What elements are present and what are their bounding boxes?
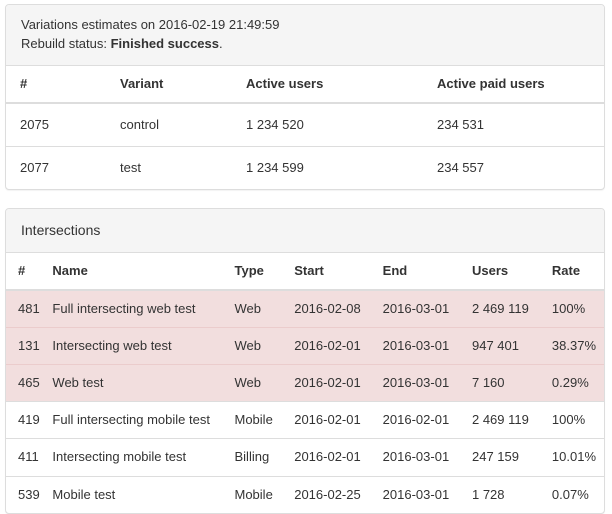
- intersections-cell-start: 2016-02-01: [286, 438, 375, 477]
- intersections-cell-name: Intersecting mobile test: [44, 438, 227, 477]
- intersections-col-name: Name: [44, 252, 227, 291]
- variations-cell-number: 2075: [20, 116, 49, 132]
- intersections-title: Intersections: [21, 222, 101, 239]
- intersections-col-end: End: [374, 252, 464, 291]
- variations-estimates-line: Variations estimates on 2016-02-19 21:49…: [21, 17, 280, 32]
- intersections-cell-end: 2016-03-01: [374, 326, 464, 365]
- table-row[interactable]: 2075 control 1 234 520 234 531: [6, 103, 604, 147]
- intersections-panel: Intersections # Name Type Start End User…: [5, 208, 605, 514]
- intersections-cell-number: 465: [6, 364, 45, 402]
- intersections-cell-number: 131: [6, 326, 45, 365]
- variations-col-variant: Variant: [112, 65, 238, 104]
- rebuild-status-value: Finished success: [110, 35, 219, 51]
- intersections-cell-name: Mobile test: [44, 475, 227, 513]
- intersections-cell-number: 539: [6, 475, 45, 513]
- variations-cell-active-users: 1 234 599: [238, 146, 429, 190]
- variations-table: # Variant Active users Active paid users…: [6, 65, 604, 190]
- variations-cell-active-paid-users: 234 531: [437, 116, 484, 132]
- table-row[interactable]: 131 Intersecting web test Web 2016-02-01…: [6, 326, 604, 365]
- intersections-cell-type: Mobile: [226, 475, 287, 513]
- intersections-cell-number: 419: [6, 401, 45, 439]
- page-container: Variations estimates on 2016-02-19 21:49…: [0, 0, 612, 514]
- variations-header-row: # Variant Active users Active paid users: [6, 65, 604, 104]
- intersections-cell-name: Web test: [44, 364, 227, 402]
- intersections-cell-end: 2016-03-01: [374, 438, 464, 477]
- variations-col-active-paid-users: Active paid users: [429, 65, 604, 104]
- variations-panel: Variations estimates on 2016-02-19 21:49…: [5, 4, 605, 191]
- rebuild-status-suffix: .: [219, 35, 223, 51]
- intersections-cell-start: 2016-02-01: [286, 401, 375, 439]
- intersections-cell-rate: 100%: [543, 401, 604, 439]
- variations-cell-variant: control: [120, 116, 160, 132]
- table-row[interactable]: 481 Full intersecting web test Web 2016-…: [6, 289, 604, 328]
- intersections-cell-start: 2016-02-25: [286, 475, 375, 513]
- variations-cell-active-paid-users: 234 557: [429, 146, 604, 190]
- intersections-table-head: # Name Type Start End Users Rate: [6, 252, 604, 291]
- intersections-col-type: Type: [226, 252, 287, 291]
- intersections-table: # Name Type Start End Users Rate 481 Ful…: [6, 252, 604, 513]
- variations-cell-active-users: 1 234 520: [246, 116, 304, 132]
- intersections-cell-users: 947 401: [463, 326, 544, 365]
- intersections-cell-number: 481: [6, 289, 45, 328]
- variations-panel-heading: Variations estimates on 2016-02-19 21:49…: [6, 5, 604, 66]
- table-row[interactable]: 465 Web test Web 2016-02-01 2016-03-01 7…: [6, 364, 604, 402]
- intersections-cell-users: 2 469 119: [463, 289, 544, 328]
- intersections-cell-end: 2016-03-01: [374, 289, 464, 328]
- intersections-cell-name: Full intersecting mobile test: [44, 401, 227, 439]
- intersections-cell-name: Intersecting web test: [44, 326, 227, 365]
- variations-col-number: #: [6, 65, 112, 104]
- rebuild-status-line: Rebuild status: Finished success.: [21, 35, 589, 54]
- intersections-cell-type: Web: [226, 289, 287, 328]
- intersections-cell-end: 2016-03-01: [374, 364, 464, 402]
- intersections-cell-number: 411: [6, 438, 45, 477]
- intersections-cell-start: 2016-02-08: [286, 289, 375, 328]
- intersections-cell-type: Web: [226, 364, 287, 402]
- intersections-cell-users: 2 469 119: [463, 401, 544, 439]
- intersections-cell-name: Full intersecting web test: [44, 289, 227, 328]
- intersections-col-users: Users: [463, 252, 544, 291]
- intersections-cell-end: 2016-02-01: [374, 401, 464, 439]
- table-row[interactable]: 411 Intersecting mobile test Billing 201…: [6, 438, 604, 477]
- variations-table-head: # Variant Active users Active paid users: [6, 65, 604, 104]
- intersections-col-start: Start: [286, 252, 375, 291]
- variations-cell-variant: test: [112, 146, 238, 190]
- intersections-cell-start: 2016-02-01: [286, 326, 375, 365]
- table-row[interactable]: 419 Full intersecting mobile test Mobile…: [6, 401, 604, 439]
- intersections-cell-users: 1 728: [463, 475, 544, 513]
- table-row[interactable]: 539 Mobile test Mobile 2016-02-25 2016-0…: [6, 475, 604, 513]
- intersections-cell-rate: 100%: [543, 289, 604, 328]
- variations-cell-number: 2077: [6, 146, 112, 190]
- intersections-cell-rate: 10.01%: [543, 438, 604, 477]
- intersections-header-row: # Name Type Start End Users Rate: [6, 252, 604, 291]
- intersections-col-rate: Rate: [543, 252, 604, 291]
- intersections-cell-type: Billing: [226, 438, 287, 477]
- intersections-cell-start: 2016-02-01: [286, 364, 375, 402]
- intersections-col-number: #: [6, 252, 45, 291]
- intersections-table-body: 481 Full intersecting web test Web 2016-…: [6, 289, 604, 513]
- intersections-cell-type: Mobile: [226, 401, 287, 439]
- intersections-cell-users: 247 159: [463, 438, 544, 477]
- variations-col-active-users: Active users: [238, 65, 429, 104]
- intersections-cell-rate: 38.37%: [543, 326, 604, 365]
- intersections-cell-type: Web: [226, 326, 287, 365]
- intersections-cell-end: 2016-03-01: [374, 475, 464, 513]
- intersections-panel-heading: Intersections: [6, 209, 604, 253]
- variations-table-body: 2075 control 1 234 520 234 531 2077 test…: [6, 103, 604, 190]
- intersections-cell-rate: 0.07%: [543, 475, 604, 513]
- rebuild-status-label: Rebuild status:: [21, 35, 111, 51]
- table-row[interactable]: 2077 test 1 234 599 234 557: [6, 146, 604, 190]
- intersections-cell-users: 7 160: [463, 364, 544, 402]
- intersections-cell-rate: 0.29%: [543, 364, 604, 402]
